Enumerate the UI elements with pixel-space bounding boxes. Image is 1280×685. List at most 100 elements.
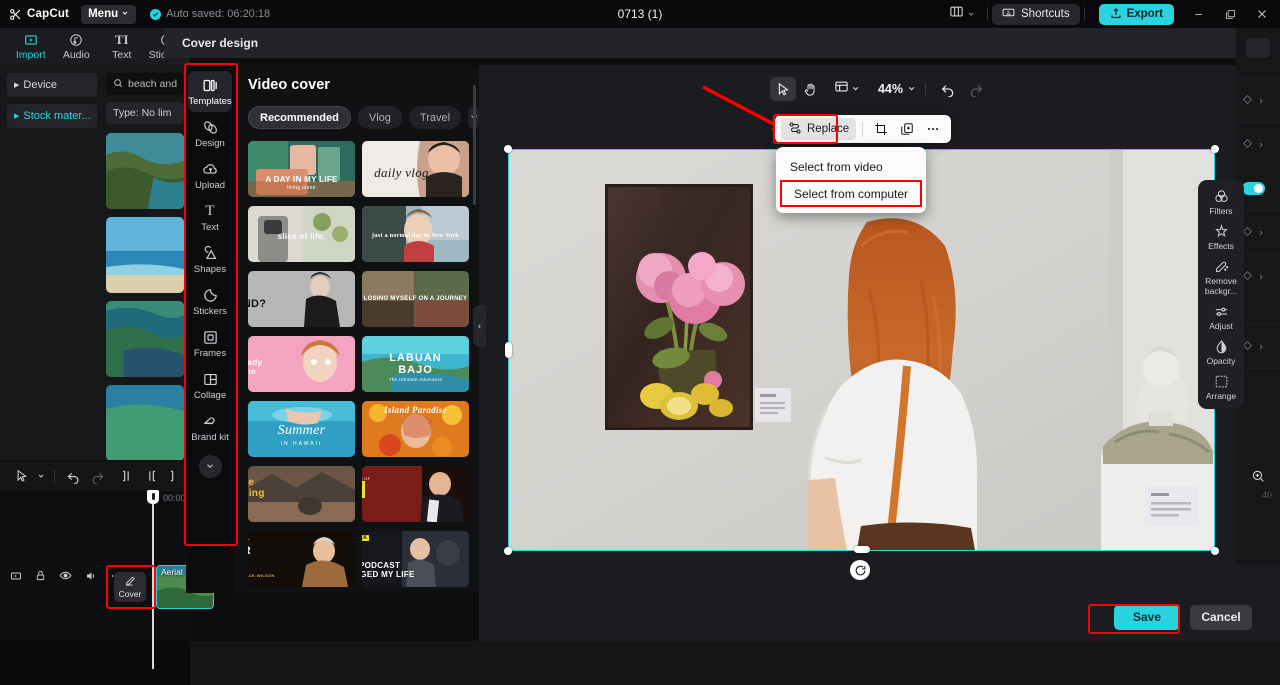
chevron-right-icon[interactable] xyxy=(1257,268,1265,286)
keyframe-diamond-icon[interactable] xyxy=(1242,92,1253,110)
tab-audio[interactable]: Audio xyxy=(54,33,100,61)
duplicate-icon[interactable] xyxy=(895,118,919,140)
timeline-undo-button[interactable] xyxy=(62,465,84,487)
template-card[interactable]: daily vlog xyxy=(362,141,469,197)
dock-item-arrange[interactable]: Arrange xyxy=(1199,373,1243,401)
dock-item-adjust[interactable]: Adjust xyxy=(1199,303,1243,331)
menu-item-select-from-video[interactable]: Select from video xyxy=(776,153,926,180)
menu-button[interactable]: Menu xyxy=(81,4,137,24)
menu-item-select-from-computer[interactable]: Select from computer xyxy=(780,180,922,207)
timeline-trim-left-button[interactable] xyxy=(140,465,162,487)
tab-text[interactable]: TI Text xyxy=(99,32,145,61)
template-card[interactable]: CONTROL YOUR MIND EPISODE 1 JACK WILSON xyxy=(248,531,355,587)
template-scrollbar[interactable] xyxy=(473,85,476,205)
playhead-handle[interactable] xyxy=(147,490,159,504)
timeline-playhead[interactable] xyxy=(147,490,159,669)
template-card[interactable]: Family Vlog Europe Traveling xyxy=(248,466,355,522)
template-card[interactable]: NEW BRAND? xyxy=(248,271,355,327)
close-icon[interactable] xyxy=(1246,0,1278,28)
timeline-ruler[interactable] xyxy=(0,491,190,508)
rail-item-upload[interactable]: Upload xyxy=(188,155,232,196)
restore-icon[interactable] xyxy=(1214,0,1246,28)
panel-collapse-handle[interactable] xyxy=(473,305,486,347)
chip-vlog[interactable]: Vlog xyxy=(357,106,402,129)
template-card[interactable]: LOSING MYSELF ON A JOURNEY xyxy=(362,271,469,327)
media-thumb-palm-beach[interactable] xyxy=(106,301,184,377)
resize-handle-bottom[interactable] xyxy=(854,546,870,553)
shortcuts-button[interactable]: Shortcuts xyxy=(992,3,1080,25)
select-tool-button[interactable] xyxy=(769,77,796,101)
chevron-right-icon[interactable] xyxy=(1257,338,1265,356)
rail-item-collage[interactable]: Collage xyxy=(188,365,232,406)
properties-chip[interactable] xyxy=(1246,38,1270,58)
media-thumb-tropical-beach[interactable] xyxy=(106,217,184,293)
undo-button[interactable] xyxy=(935,77,961,101)
timeline-split-button[interactable] xyxy=(116,465,138,487)
crop-icon[interactable] xyxy=(869,118,893,140)
timeline-select-tool[interactable] xyxy=(10,465,32,487)
cancel-button[interactable]: Cancel xyxy=(1190,604,1252,630)
volume-icon[interactable] xyxy=(85,570,97,582)
rail-item-brand-kit[interactable]: Brand kit xyxy=(188,407,232,448)
minimize-icon[interactable] xyxy=(1182,0,1214,28)
rail-item-text[interactable]: T Text xyxy=(188,197,232,238)
dock-item-effects[interactable]: Effects xyxy=(1199,223,1243,251)
property-row[interactable] xyxy=(1236,122,1280,166)
template-card[interactable]: LABUAN BAJO The Ultimate Adventure xyxy=(362,336,469,392)
save-button[interactable]: Save xyxy=(1114,604,1180,630)
rotate-handle[interactable] xyxy=(850,560,870,580)
media-thumb-aerial-coastline[interactable] xyxy=(106,133,184,209)
rail-item-templates[interactable]: Templates xyxy=(188,71,232,112)
rail-collapse-button[interactable] xyxy=(198,455,222,478)
dock-item-filters[interactable]: Filters xyxy=(1199,188,1243,216)
aspect-ratio-selector[interactable] xyxy=(834,79,860,99)
dock-item-opacity[interactable]: Opacity xyxy=(1199,338,1243,366)
rail-item-design[interactable]: Design xyxy=(188,113,232,154)
export-button[interactable]: Export xyxy=(1098,3,1174,25)
layout-switcher[interactable] xyxy=(941,4,983,24)
hand-pan-tool-button[interactable] xyxy=(798,77,824,101)
timeline-trim-right-button[interactable] xyxy=(164,465,186,487)
resize-handle-bottom-right[interactable] xyxy=(1211,547,1219,555)
more-horizontal-icon[interactable] xyxy=(921,118,945,140)
chevron-right-icon[interactable] xyxy=(1257,224,1265,242)
resize-handle-bottom-left[interactable] xyxy=(504,547,512,555)
template-card[interactable]: LET'S TALK HOW PODCAST CHANGED MY LIFE xyxy=(362,531,469,587)
template-card[interactable]: just a normal day in New York xyxy=(362,206,469,262)
cover-button[interactable]: Cover xyxy=(114,572,146,602)
eye-icon[interactable] xyxy=(59,569,72,582)
property-row[interactable] xyxy=(1236,78,1280,122)
media-nav-device[interactable]: ▶ Device xyxy=(7,73,97,97)
resize-handle-top-left[interactable] xyxy=(504,145,512,153)
rail-item-frames[interactable]: Frames xyxy=(188,323,232,364)
keyframe-diamond-icon[interactable] xyxy=(1242,136,1253,154)
rail-item-shapes[interactable]: Shapes xyxy=(188,239,232,280)
chevron-down-icon[interactable] xyxy=(34,465,47,487)
template-card[interactable]: slice of life. xyxy=(248,206,355,262)
chip-recommended[interactable]: Recommended xyxy=(248,106,351,129)
video-track-icon[interactable] xyxy=(10,570,22,582)
chip-travel[interactable]: Travel xyxy=(408,106,462,129)
resize-handle-top-right[interactable] xyxy=(1211,145,1219,153)
zoom-in-icon[interactable] xyxy=(1248,466,1268,486)
chevron-right-icon[interactable] xyxy=(1257,92,1265,110)
template-card[interactable]: A DAY IN MY LIFE living alone xyxy=(248,141,355,197)
redo-button[interactable] xyxy=(963,77,989,101)
replace-button[interactable]: Replace xyxy=(781,118,857,140)
media-thumb-shoreline[interactable] xyxy=(106,385,184,460)
lock-icon[interactable] xyxy=(35,570,46,581)
search-input[interactable]: beach and xyxy=(106,73,184,95)
template-card[interactable]: Island Paradise xyxy=(362,401,469,457)
chevron-right-icon[interactable] xyxy=(1257,136,1265,154)
template-card[interactable]: Summer IN HAWAII xyxy=(248,401,355,457)
type-filter-dropdown[interactable]: Type: No lim xyxy=(106,102,184,124)
dock-item-remove-background[interactable]: Remove backgr... xyxy=(1199,258,1243,296)
template-card[interactable]: ARE YOU TIRED OF You xyxy=(362,466,469,522)
timeline-redo-button[interactable] xyxy=(86,465,108,487)
template-card[interactable]: get ready with me xyxy=(248,336,355,392)
resize-handle-left[interactable] xyxy=(505,342,512,358)
media-nav-stock[interactable]: ▶ Stock mater... xyxy=(7,104,97,128)
property-toggle-switch[interactable] xyxy=(1242,181,1265,195)
rail-item-stickers[interactable]: Stickers xyxy=(188,281,232,322)
zoom-level-selector[interactable]: 44% xyxy=(876,80,916,98)
